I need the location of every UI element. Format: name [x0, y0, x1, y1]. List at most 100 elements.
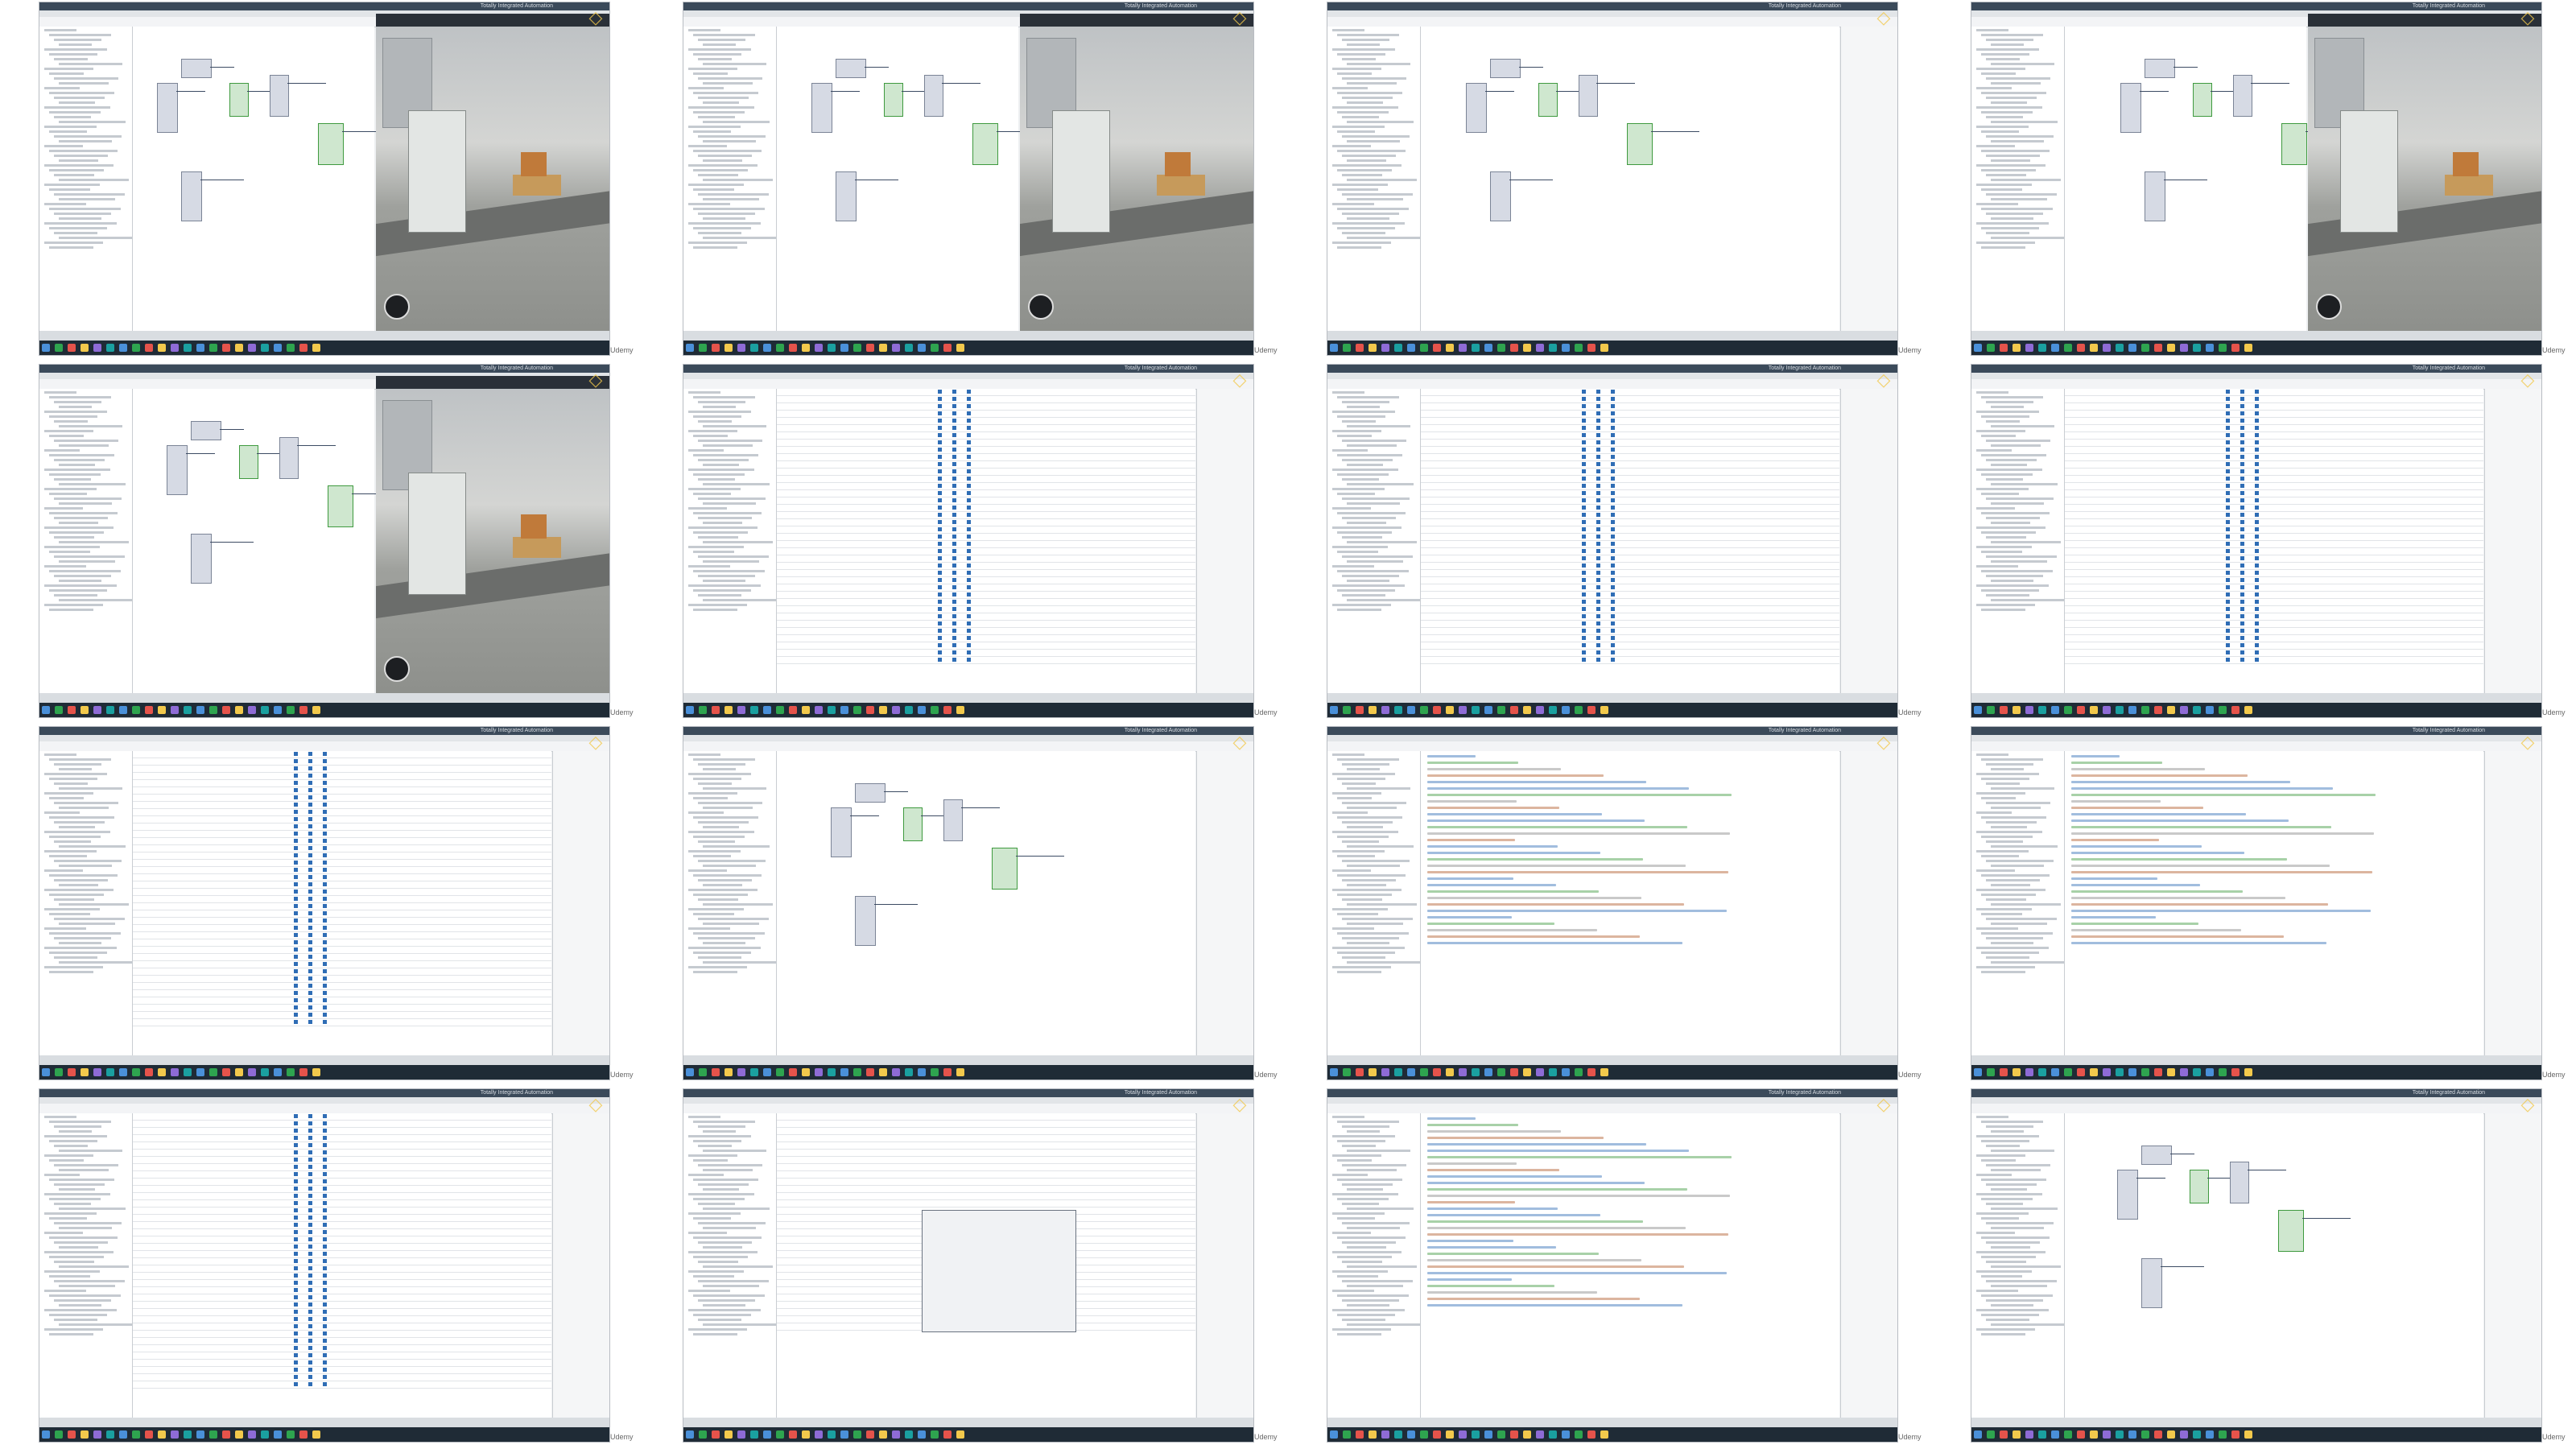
project-tree-item[interactable] [698, 135, 766, 138]
tag-table-row[interactable] [2065, 512, 2483, 519]
tag-table-row[interactable] [777, 483, 1195, 490]
tag-checkbox[interactable] [2255, 520, 2259, 524]
taskbar-app-icon[interactable] [2103, 1430, 2111, 1439]
taskbar-app-icon[interactable] [1600, 344, 1608, 352]
code-line[interactable] [1427, 852, 1600, 854]
project-tree-item[interactable] [1347, 121, 1414, 123]
taskbar-app-icon[interactable] [1510, 1068, 1518, 1076]
tag-checkbox[interactable] [952, 426, 956, 430]
tag-checkbox[interactable] [294, 1230, 298, 1234]
tag-checkbox[interactable] [323, 940, 327, 944]
tag-checkbox[interactable] [2255, 513, 2259, 517]
project-tree-item[interactable] [1991, 502, 2044, 505]
tag-checkbox[interactable] [2240, 535, 2244, 539]
tag-checkbox[interactable] [967, 397, 971, 401]
code-line[interactable] [2071, 865, 2330, 867]
taskbar-app-icon[interactable] [2000, 344, 2008, 352]
project-tree-item[interactable] [1347, 237, 1420, 239]
project-tree-item[interactable] [688, 1193, 754, 1195]
taskbar-app-icon[interactable] [2244, 1068, 2252, 1076]
tag-table-row[interactable] [133, 780, 551, 787]
taskbar-app-icon[interactable] [2141, 1068, 2149, 1076]
tag-checkbox[interactable] [1582, 498, 1586, 502]
tag-checkbox[interactable] [1596, 636, 1600, 640]
project-tree-item[interactable] [688, 546, 744, 548]
project-tree-item[interactable] [1976, 222, 2049, 225]
project-tree-item[interactable] [1332, 411, 1395, 413]
tag-table-row[interactable] [777, 1179, 1195, 1186]
tag-table-row[interactable] [133, 1113, 551, 1121]
tag-table-row[interactable] [133, 983, 551, 990]
tag-checkbox[interactable] [308, 853, 312, 857]
project-tree-item[interactable] [59, 406, 92, 408]
tag-checkbox[interactable] [294, 1346, 298, 1350]
project-tree-item[interactable] [1976, 1135, 2039, 1137]
project-tree-item[interactable] [1342, 116, 1379, 118]
taskbar-app-icon[interactable] [42, 1430, 50, 1439]
tag-checkbox[interactable] [2255, 549, 2259, 553]
ladder-function-block[interactable] [836, 171, 857, 221]
tag-checkbox[interactable] [323, 998, 327, 1002]
taskbar-app-icon[interactable] [2051, 1068, 2059, 1076]
tag-table-row[interactable] [777, 599, 1195, 606]
project-tree-item[interactable] [688, 792, 737, 795]
tag-checkbox[interactable] [2240, 636, 2244, 640]
taskbar-app-icon[interactable] [299, 706, 308, 714]
code-line[interactable] [2071, 826, 2331, 828]
project-tree-item[interactable] [698, 879, 752, 881]
project-tree-item[interactable] [49, 836, 101, 838]
taskbar-app-icon[interactable] [299, 344, 308, 352]
tag-checkbox[interactable] [323, 1121, 327, 1125]
taskbar-app-icon[interactable] [196, 706, 204, 714]
project-tree-item[interactable] [688, 811, 724, 814]
project-tree-item[interactable] [1337, 111, 1389, 114]
tag-checkbox[interactable] [952, 513, 956, 517]
project-tree-item[interactable] [1342, 763, 1389, 766]
project-tree-item[interactable] [49, 227, 107, 229]
taskbar-app-icon[interactable] [943, 1068, 952, 1076]
project-tree-item[interactable] [1337, 1140, 1385, 1142]
tag-checkbox[interactable] [294, 759, 298, 763]
tag-checkbox[interactable] [308, 1216, 312, 1220]
tag-checkbox[interactable] [323, 933, 327, 937]
tag-checkbox[interactable] [308, 1252, 312, 1256]
project-tree-item[interactable] [698, 440, 762, 442]
project-tree-item[interactable] [698, 174, 738, 176]
project-tree-item[interactable] [1991, 923, 2047, 925]
tag-checkbox[interactable] [1611, 643, 1615, 647]
windows-taskbar[interactable] [683, 703, 1253, 717]
tag-checkbox[interactable] [2240, 564, 2244, 568]
tag-table-row[interactable] [777, 548, 1195, 555]
tag-checkbox[interactable] [323, 752, 327, 756]
tag-checkbox[interactable] [2240, 571, 2244, 575]
taskbar-app-icon[interactable] [789, 1430, 797, 1439]
tag-checkbox[interactable] [323, 795, 327, 799]
project-tree-item[interactable] [54, 77, 118, 80]
project-tree-item[interactable] [1332, 164, 1402, 167]
tag-checkbox[interactable] [308, 803, 312, 807]
tag-table-row[interactable] [133, 1352, 551, 1360]
project-tree-item[interactable] [54, 116, 91, 118]
project-tree-item[interactable] [1981, 551, 2022, 553]
project-tree-item[interactable] [1976, 48, 2039, 51]
project-tree-item[interactable] [1976, 1290, 2018, 1292]
project-tree-item[interactable] [1981, 816, 2046, 819]
taskbar-app-icon[interactable] [42, 706, 50, 714]
taskbar-app-icon[interactable] [1472, 344, 1480, 352]
project-tree-item[interactable] [49, 454, 114, 456]
tag-checkbox[interactable] [323, 1252, 327, 1256]
taskbar-app-icon[interactable] [1536, 706, 1544, 714]
tag-checkbox[interactable] [1582, 614, 1586, 618]
tag-checkbox[interactable] [323, 1310, 327, 1314]
tag-table-row[interactable] [1421, 555, 1839, 563]
taskbar-app-icon[interactable] [776, 706, 784, 714]
project-tree-item[interactable] [44, 48, 107, 51]
project-tree-item[interactable] [1981, 1333, 2025, 1335]
taskbar-app-icon[interactable] [2038, 344, 2046, 352]
project-tree-item[interactable] [54, 1319, 97, 1321]
taskbar-app-icon[interactable] [1407, 1430, 1415, 1439]
camera-navigation-widget[interactable] [1028, 294, 1054, 320]
tag-checkbox[interactable] [308, 1136, 312, 1140]
task-cards-panel[interactable] [2484, 751, 2541, 1057]
project-tree-item[interactable] [44, 164, 114, 167]
